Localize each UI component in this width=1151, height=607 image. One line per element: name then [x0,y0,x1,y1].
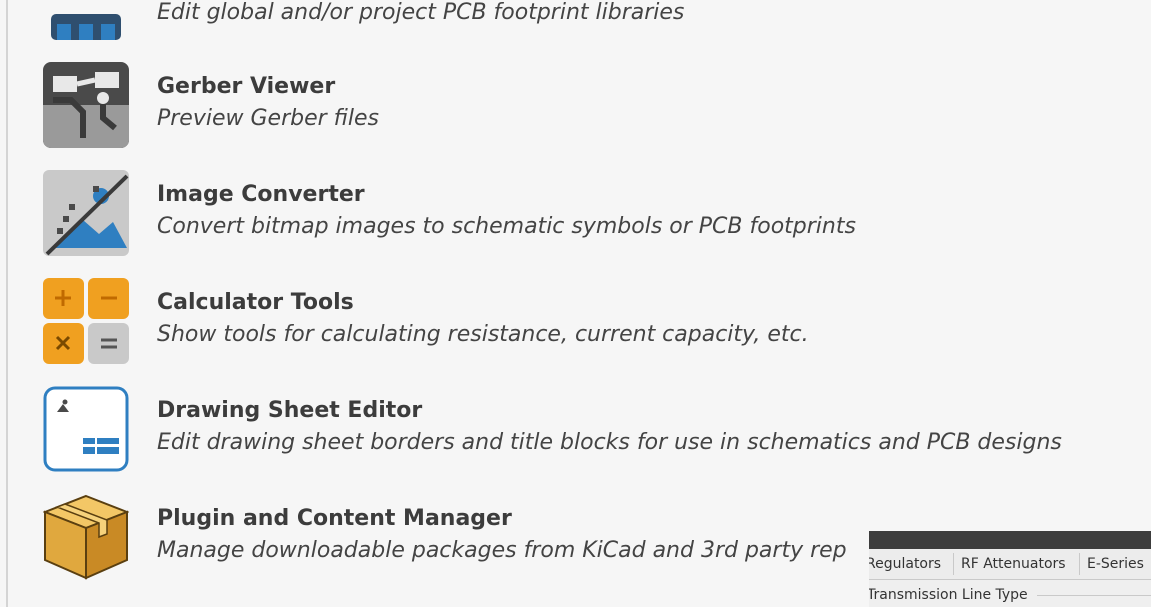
tool-drawing-sheet-editor[interactable]: Drawing Sheet Editor Edit drawing sheet … [0,386,1151,486]
gerber-viewer-icon [43,62,129,148]
window-titlebar[interactable] [869,531,1151,549]
tool-title: Image Converter [157,182,365,207]
tab-e-series[interactable]: E-Series [1087,549,1144,579]
tool-description: Edit global and/or project PCB footprint… [157,0,685,25]
tool-title: Plugin and Content Manager [157,506,512,531]
tool-calculator[interactable]: Calculator Tools Show tools for calculat… [0,278,1151,378]
calculator-icon [43,278,129,364]
calculator-window-fragment: Regulators RF Attenuators E-Series Trans… [869,531,1151,607]
tool-image-converter[interactable]: Image Converter Convert bitmap images to… [0,170,1151,270]
tab-rf-attenuators[interactable]: RF Attenuators [961,549,1066,579]
package-box-icon [43,494,129,580]
group-divider [1037,595,1151,596]
tab-regulators[interactable]: Regulators [869,549,941,579]
tool-title: Drawing Sheet Editor [157,398,423,423]
tool-description: Convert bitmap images to schematic symbo… [157,214,856,239]
tool-description: Edit drawing sheet borders and title blo… [157,430,1062,455]
tool-gerber-viewer[interactable]: Gerber Viewer Preview Gerber files [0,62,1151,162]
transmission-line-type-group-label: Transmission Line Type [869,587,1028,603]
tool-description: Manage downloadable packages from KiCad … [157,538,847,563]
tab-separator [1079,553,1080,575]
footprint-library-icon [51,14,121,40]
calculator-tab-bar: Regulators RF Attenuators E-Series [869,549,1151,580]
kicad-launcher-panel: Edit global and/or project PCB footprint… [0,0,1151,607]
drawing-sheet-icon [43,386,129,472]
tab-separator [953,553,954,575]
tool-title: Gerber Viewer [157,74,336,99]
image-converter-icon [43,170,129,256]
tool-description: Show tools for calculating resistance, c… [157,322,809,347]
tool-footprint-library-editor[interactable]: Edit global and/or project PCB footprint… [0,0,1151,54]
tool-description: Preview Gerber files [157,106,379,131]
tool-title: Calculator Tools [157,290,354,315]
